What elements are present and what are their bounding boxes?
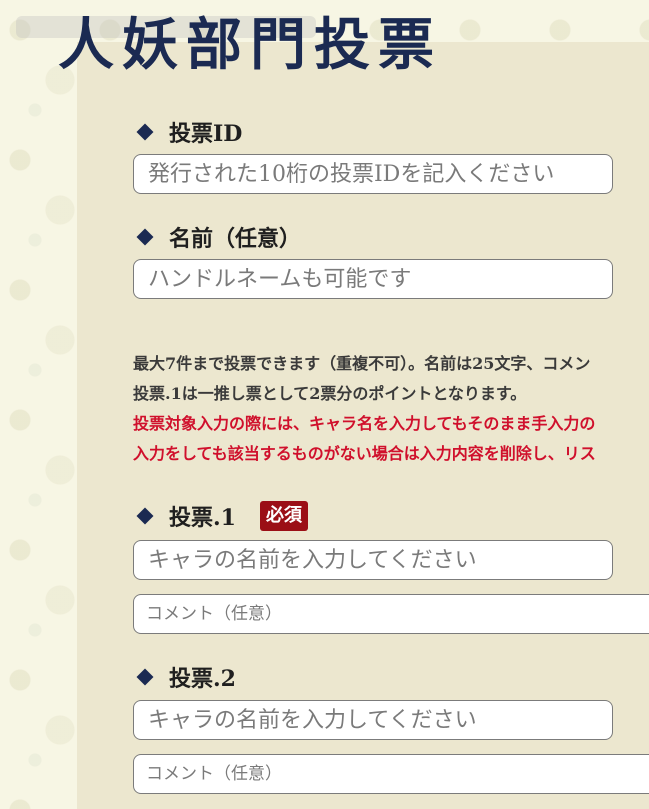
- note-line-warning-1: 投票対象入力の際には、キャラ名を入力してもそのまま手入力の: [133, 414, 596, 433]
- vote-id-label-row: 投票ID: [135, 116, 242, 148]
- form-panel: 投票ID 名前（任意） 最大7件まで投票できます（重複不可）。名前は25文字、コ…: [77, 42, 649, 809]
- name-label-row: 名前（任意）: [135, 221, 301, 253]
- note-line-warning-2: 入力をしても該当するものがない場合は入力内容を削除し、リス: [133, 444, 596, 463]
- diamond-bullet-icon: [136, 123, 154, 141]
- required-badge: 必須: [259, 501, 308, 531]
- page-title: 人妖部門投票: [58, 12, 442, 78]
- name-label: 名前（任意）: [169, 226, 302, 252]
- vote-1-label-row: 投票.1 必須: [135, 500, 308, 532]
- vote-id-input[interactable]: [133, 154, 613, 194]
- vote-id-label: 投票ID: [169, 121, 243, 147]
- vote-1-comment-input[interactable]: [133, 594, 649, 634]
- note-line-limit: 最大7件まで投票できます（重複不可）。名前は25文字、コメン: [133, 354, 591, 373]
- diamond-bullet-icon: [136, 668, 154, 686]
- vote-2-label-row: 投票.2: [135, 661, 236, 693]
- vote-1-character-input[interactable]: [133, 540, 613, 580]
- note-line-first-vote: 投票.1は一推し票として2票分のポイントとなります。: [133, 384, 527, 403]
- name-input[interactable]: [133, 259, 613, 299]
- vote-2-character-input[interactable]: [133, 700, 613, 740]
- vote-2-comment-input[interactable]: [133, 754, 649, 794]
- diamond-bullet-icon: [136, 507, 154, 525]
- vote-2-label: 投票.2: [169, 666, 236, 692]
- diamond-bullet-icon: [136, 228, 154, 246]
- vote-1-label: 投票.1: [169, 505, 236, 531]
